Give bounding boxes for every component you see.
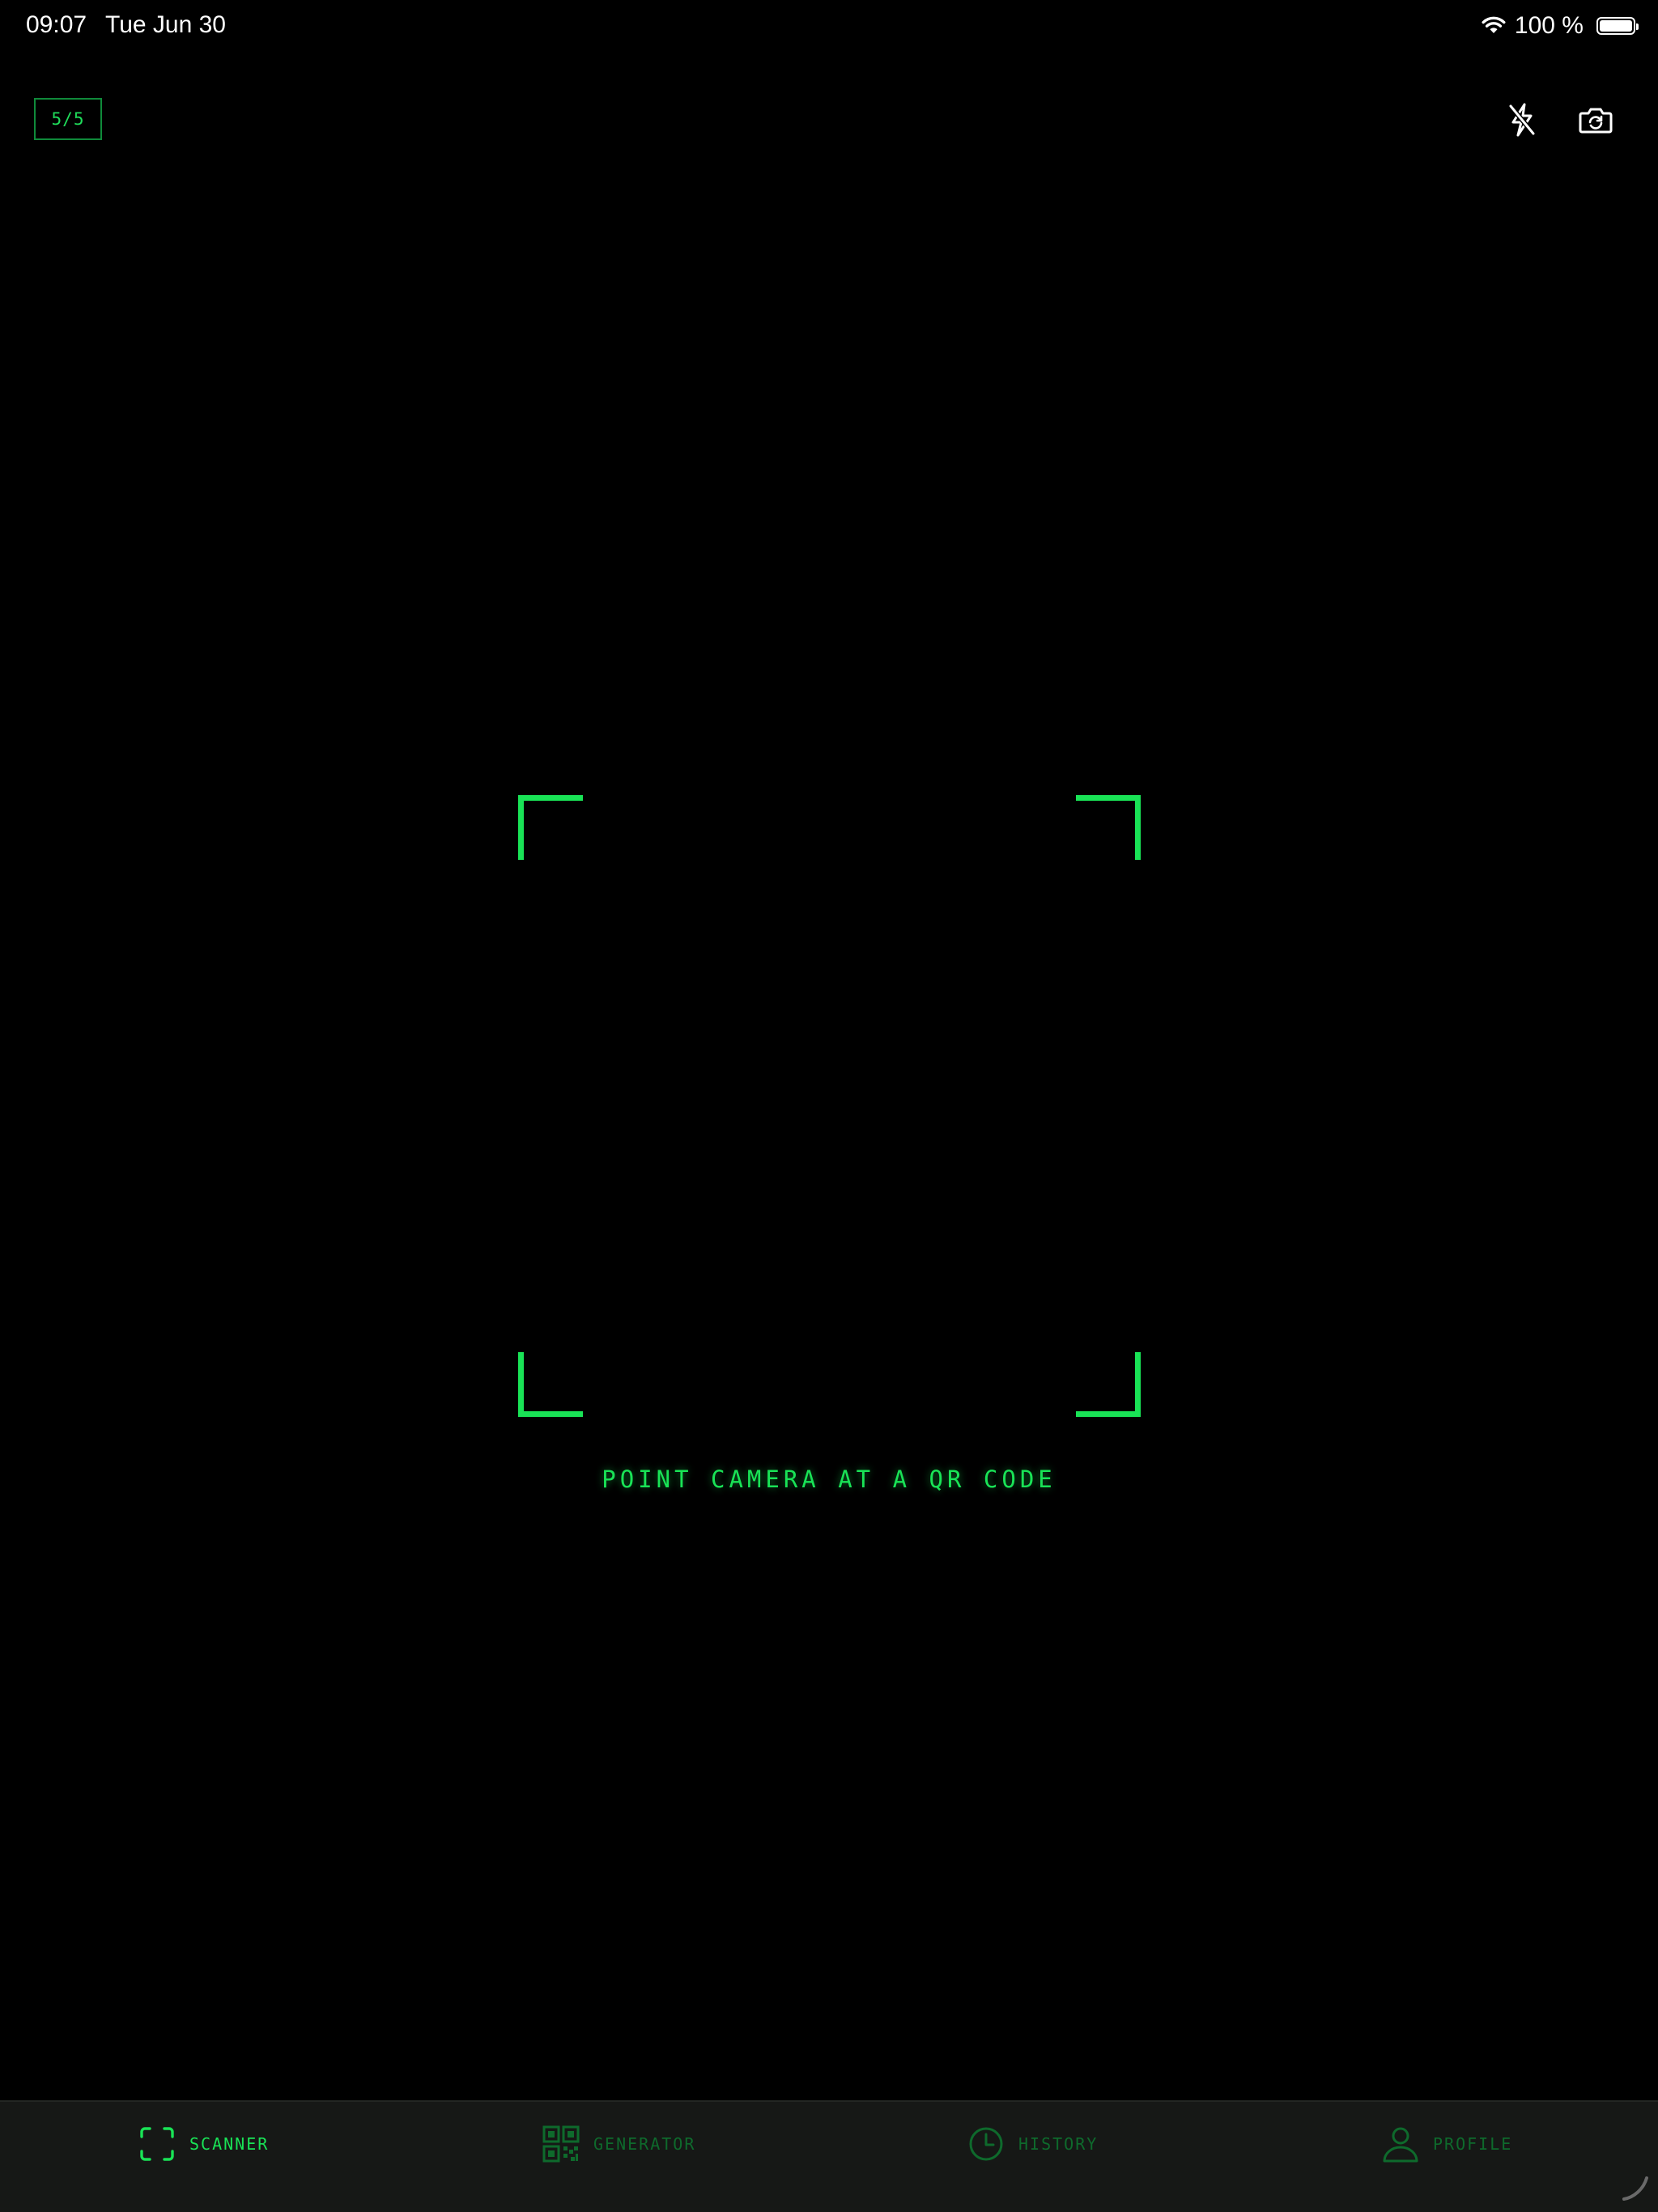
battery-icon — [1596, 17, 1639, 35]
tab-label-generator: GENERATOR — [593, 2134, 696, 2154]
status-date: Tue Jun 30 — [105, 11, 226, 38]
scan-frame-icon — [140, 2127, 174, 2161]
scan-instruction: POINT CAMERA AT A QR CODE — [602, 1465, 1056, 1493]
person-icon — [1383, 2127, 1418, 2163]
status-bar: 09:07 Tue Jun 30 100 % — [0, 0, 1658, 52]
camera-flip-icon — [1579, 108, 1613, 134]
status-time: 09:07 — [26, 11, 87, 38]
viewfinder-corner-bottom-left — [518, 1352, 583, 1417]
tab-generator[interactable]: GENERATOR — [542, 2120, 695, 2168]
tab-profile[interactable]: PROFILE — [1381, 2120, 1512, 2168]
clock-icon — [969, 2127, 1003, 2161]
status-indicators: 100 % — [1481, 10, 1639, 42]
tab-history[interactable]: HISTORY — [967, 2120, 1098, 2168]
flash-off-icon — [1508, 103, 1536, 137]
qr-code-icon — [542, 2125, 580, 2163]
tab-bar: SCANNER GENERATOR HISTORY PROFILE — [0, 2100, 1658, 2212]
tab-label-profile: PROFILE — [1433, 2134, 1513, 2154]
camera-flip-button[interactable] — [1571, 96, 1620, 144]
battery-fill — [1600, 20, 1632, 32]
resize-grip-icon[interactable] — [1621, 2173, 1650, 2202]
viewfinder-corner-top-left — [518, 795, 583, 860]
viewfinder-corner-bottom-right — [1076, 1352, 1141, 1417]
tab-label-history: HISTORY — [1018, 2134, 1099, 2154]
scan-viewfinder — [518, 795, 1141, 1417]
tab-scanner[interactable]: SCANNER — [138, 2120, 269, 2168]
battery-percentage: 100 % — [1514, 12, 1584, 39]
viewfinder-corner-top-right — [1076, 795, 1141, 860]
scan-counter-badge: 5/5 — [34, 98, 102, 140]
flash-toggle-button[interactable] — [1498, 96, 1546, 144]
tab-label-scanner: SCANNER — [189, 2134, 270, 2154]
wifi-icon — [1481, 14, 1507, 39]
